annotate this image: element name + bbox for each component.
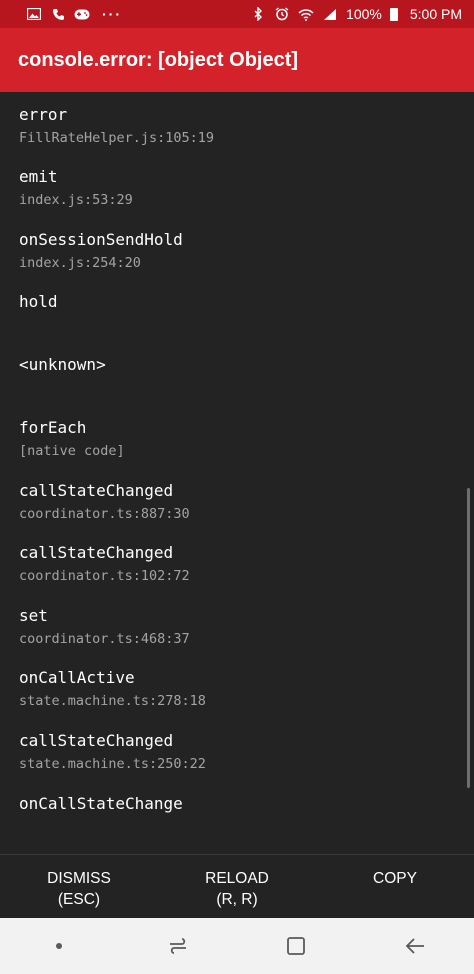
battery-percent: 100% — [346, 6, 382, 22]
copy-button[interactable]: COPY — [316, 855, 474, 919]
dot-icon[interactable] — [29, 926, 89, 966]
status-left: ··· — [26, 6, 122, 22]
frame-location: index.js:53:29 — [19, 192, 133, 208]
home-icon[interactable] — [266, 926, 326, 966]
frame-location: FillRateHelper.js:105:19 — [19, 130, 215, 146]
reload-label: RELOAD — [205, 870, 269, 887]
navigation-bar — [0, 918, 474, 974]
copy-label: COPY — [373, 870, 417, 887]
more-icon: ··· — [102, 6, 122, 22]
frame-method: emit — [19, 167, 58, 186]
stack-frame[interactable]: error FillRateHelper.js:105:19 — [19, 105, 214, 147]
wifi-icon — [298, 6, 314, 22]
back-icon[interactable] — [385, 926, 445, 966]
dismiss-label: DISMISS — [47, 870, 111, 887]
stack-frame[interactable]: <unknown> — [19, 355, 106, 375]
footer-actions: DISMISS (ESC) RELOAD (R, R) COPY — [0, 854, 474, 919]
stack-frame[interactable]: hold — [19, 292, 58, 312]
frame-method: hold — [19, 292, 58, 311]
frame-method: onCallStateChange — [19, 794, 183, 813]
frame-location: state.machine.ts:278:18 — [19, 693, 206, 709]
status-bar: ··· 100% 5:00 PM — [0, 0, 474, 28]
stack-frame[interactable]: emit index.js:53:29 — [19, 167, 133, 209]
signal-icon — [322, 6, 338, 22]
error-header: console.error: [object Object] — [0, 28, 474, 92]
frame-location: coordinator.ts:468:37 — [19, 631, 190, 647]
stack-frame[interactable]: forEach [native code] — [19, 418, 125, 460]
recent-apps-icon[interactable] — [148, 926, 208, 966]
stack-frame[interactable]: callStateChanged coordinator.ts:102:72 — [19, 543, 190, 585]
frame-method: set — [19, 606, 48, 625]
frame-location: coordinator.ts:887:30 — [19, 506, 190, 522]
alarm-icon — [274, 6, 290, 22]
frame-method: forEach — [19, 418, 87, 437]
dismiss-shortcut: (ESC) — [57, 891, 101, 908]
stack-frame[interactable]: onCallStateChange — [19, 794, 183, 814]
frame-method: callStateChanged — [19, 731, 174, 750]
dismiss-button[interactable]: DISMISS (ESC) — [0, 855, 158, 919]
scrollbar-thumb[interactable] — [467, 488, 470, 788]
frame-method: onCallActive — [19, 668, 135, 687]
frame-method: callStateChanged — [19, 543, 174, 562]
reload-shortcut: (R, R) — [216, 891, 258, 908]
image-icon — [26, 6, 42, 22]
stack-frame[interactable]: callStateChanged coordinator.ts:887:30 — [19, 481, 190, 523]
frame-method: callStateChanged — [19, 481, 174, 500]
stack-trace[interactable]: error FillRateHelper.js:105:19 emit inde… — [0, 92, 474, 854]
frame-method: <unknown> — [19, 355, 106, 374]
reload-button[interactable]: RELOAD (R, R) — [158, 855, 316, 919]
error-title: console.error: [object Object] — [18, 48, 299, 71]
stack-frame[interactable]: callStateChanged state.machine.ts:250:22 — [19, 731, 206, 773]
stack-frame[interactable]: set coordinator.ts:468:37 — [19, 606, 190, 648]
stack-frame[interactable]: onCallActive state.machine.ts:278:18 — [19, 668, 206, 710]
status-time: 5:00 PM — [409, 6, 462, 22]
frame-location: coordinator.ts:102:72 — [19, 568, 190, 584]
gamepad-icon — [74, 6, 90, 22]
frame-location: index.js:254:20 — [19, 255, 141, 271]
battery-icon — [389, 7, 398, 21]
status-right: 100% 5:00 PM — [250, 6, 462, 22]
frame-method: onSessionSendHold — [19, 230, 183, 249]
bluetooth-icon — [250, 6, 266, 22]
frame-location: state.machine.ts:250:22 — [19, 756, 206, 772]
frame-method: error — [19, 105, 68, 124]
phone-icon — [50, 6, 66, 22]
frame-location: [native code] — [19, 443, 125, 459]
stack-frame[interactable]: onSessionSendHold index.js:254:20 — [19, 230, 183, 272]
